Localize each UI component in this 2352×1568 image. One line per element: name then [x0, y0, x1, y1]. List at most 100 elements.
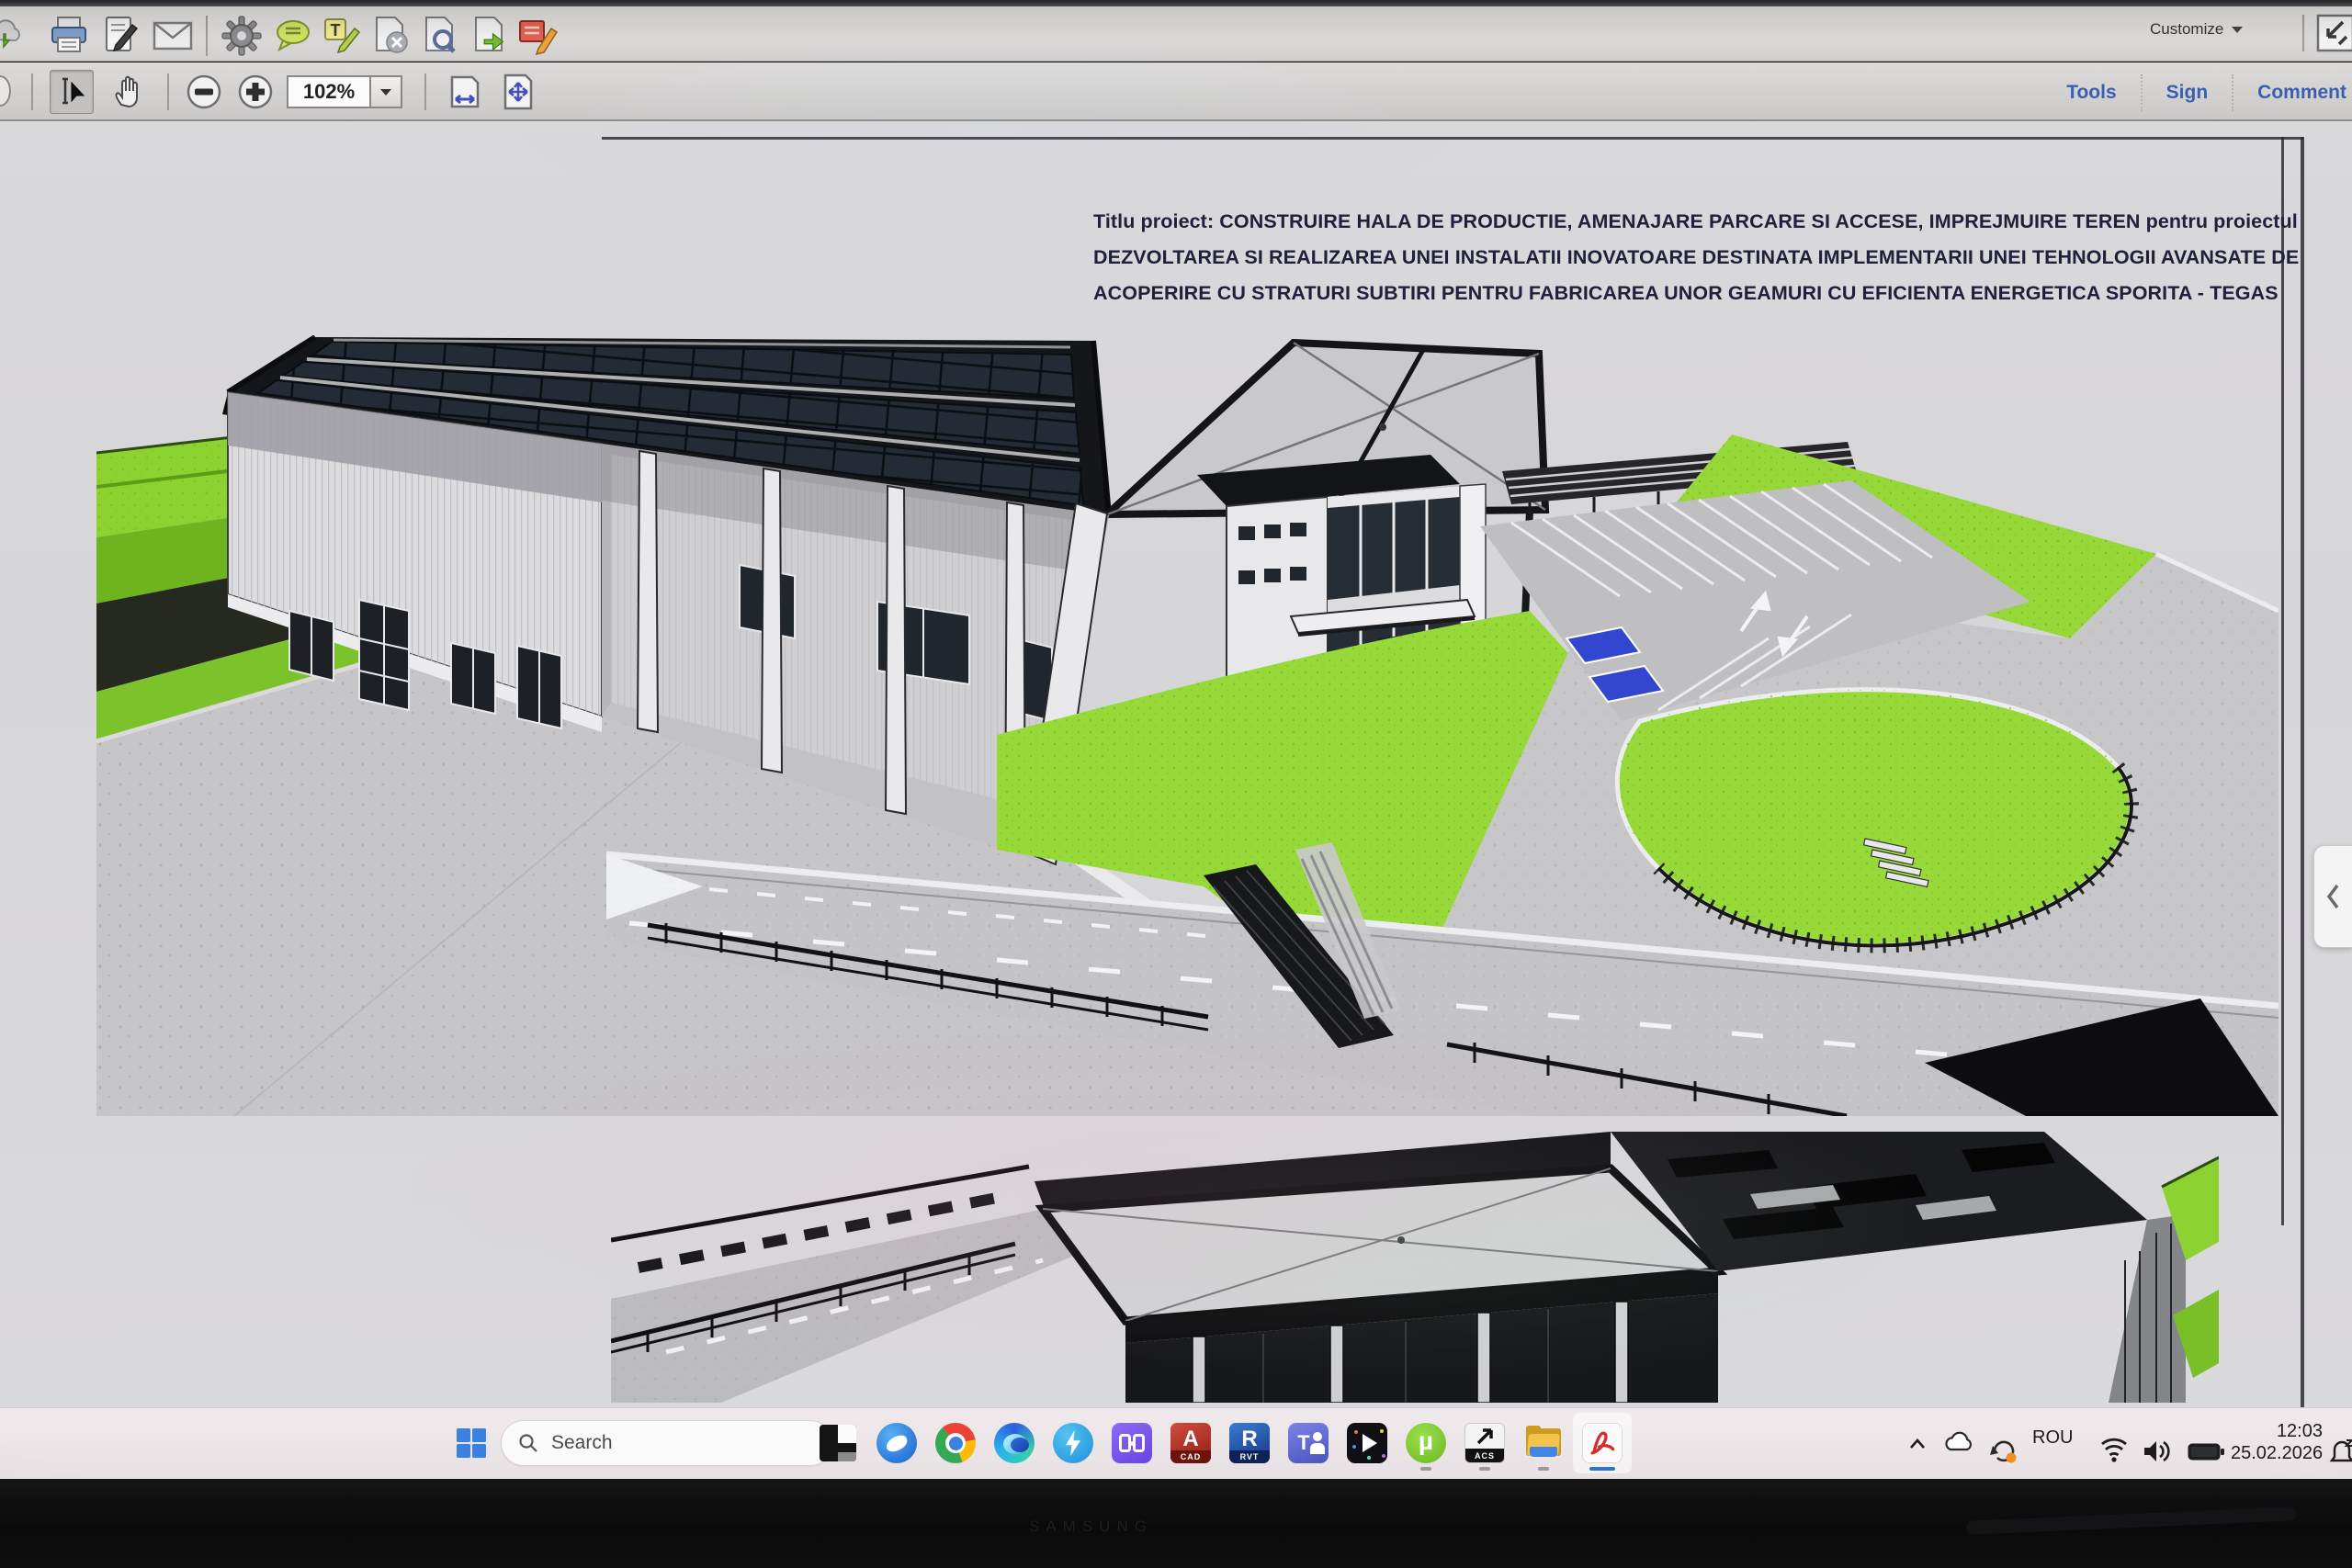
pdf-page: Titlu proiect: CONSTRUIRE HALA DE PRODUC…	[0, 121, 2352, 1407]
running-indicator	[1538, 1467, 1549, 1471]
cloud-upload-icon[interactable]	[0, 16, 26, 56]
taskbar-app-chrome[interactable]	[926, 1413, 985, 1473]
running-indicator	[1479, 1467, 1490, 1471]
gear-icon[interactable]	[220, 14, 263, 58]
diagonal-arrow-icon	[1476, 1427, 1496, 1446]
speaker-icon	[2137, 1413, 2177, 1473]
taskbar-app-teams[interactable]: T	[1279, 1413, 1338, 1473]
project-title-line: DEZVOLTAREA SI REALIZAREA UNEI INSTALATI…	[1093, 240, 2299, 276]
tray-chevron-up[interactable]	[1904, 1413, 1931, 1473]
partial-icon[interactable]	[0, 75, 11, 107]
start-button[interactable]	[452, 1424, 491, 1462]
windows-logo-icon	[456, 1427, 487, 1459]
acrobat-logo-icon	[1589, 1429, 1616, 1457]
tray-volume[interactable]	[2137, 1413, 2177, 1473]
tray-date: 25.02.2026	[2231, 1442, 2323, 1464]
running-indicator	[1420, 1467, 1431, 1471]
select-tool[interactable]	[50, 70, 94, 114]
print-icon[interactable]	[48, 14, 90, 58]
taskbar-app-file-explorer[interactable]	[1514, 1413, 1573, 1473]
customize-menu[interactable]: Customize	[2150, 20, 2244, 39]
fill-and-sign-icon[interactable]	[99, 14, 141, 58]
customize-label: Customize	[2150, 20, 2223, 39]
tray-wifi[interactable]	[2095, 1413, 2133, 1473]
taskbar-app-utorrent[interactable]: µ	[1396, 1413, 1455, 1473]
monitor-brand: SAMSUNG	[1029, 1517, 1153, 1536]
toolbar-separator	[424, 73, 426, 110]
export-document-icon[interactable]	[469, 14, 511, 58]
zoom-out-button[interactable]	[184, 72, 224, 112]
utorrent-letter: µ	[1419, 1428, 1433, 1454]
sticky-note-edit-icon[interactable]	[514, 14, 560, 58]
search-placeholder: Search	[551, 1432, 613, 1454]
svg-text:T: T	[331, 21, 341, 39]
taskbar-app-edge[interactable]	[985, 1413, 1044, 1473]
acrobat-toolbar-main: T	[0, 6, 2352, 62]
teams-letter: T	[1297, 1433, 1309, 1453]
taskbar-app-screen-capture[interactable]	[1102, 1413, 1161, 1473]
fit-page-button[interactable]	[496, 70, 540, 114]
project-title: Titlu proiect: CONSTRUIRE HALA DE PRODUC…	[1093, 204, 2299, 311]
tab-sign[interactable]: Sign	[2143, 82, 2233, 104]
tray-battery[interactable]	[2183, 1413, 2227, 1473]
tray-time: 12:03	[2231, 1420, 2323, 1442]
notification-bell-icon	[2323, 1413, 2352, 1473]
tray-language[interactable]: ROU	[2032, 1427, 2073, 1449]
tray-update[interactable]	[1983, 1413, 2023, 1473]
zoom-level-dropdown[interactable]	[371, 75, 402, 108]
delete-pages-icon[interactable]	[369, 14, 412, 58]
drawing-frame-line	[602, 137, 2303, 140]
chevron-down-icon	[2231, 25, 2244, 34]
chevron-up-icon	[1904, 1413, 1931, 1473]
wifi-icon	[2095, 1413, 2133, 1473]
window-top-edge	[0, 0, 2352, 6]
taskbar-app-thunderbird[interactable]	[867, 1413, 926, 1473]
cloud-icon	[1940, 1413, 1977, 1473]
project-title-line: Titlu proiect: CONSTRUIRE HALA DE PRODUC…	[1093, 204, 2299, 240]
tray-clock[interactable]: 12:03 25.02.2026	[2231, 1420, 2323, 1464]
taskbar-app-revit[interactable]: R RVT	[1220, 1413, 1279, 1473]
search-document-icon[interactable]	[419, 14, 461, 58]
revit-letter: R	[1241, 1428, 1257, 1450]
search-icon	[518, 1433, 538, 1453]
toolbar-separator	[2302, 15, 2304, 51]
autocad-letter: A	[1182, 1428, 1198, 1450]
secondary-3d-render	[611, 1132, 2219, 1403]
sync-icon	[1983, 1413, 2023, 1473]
zoom-level-value: 102%	[303, 80, 355, 104]
autocad-badge: CAD	[1170, 1450, 1211, 1463]
taskbar-search[interactable]: Search	[501, 1420, 833, 1466]
fit-width-button[interactable]	[443, 70, 487, 114]
hand-tool[interactable]	[107, 70, 151, 114]
taskbar-app-lightning[interactable]	[1044, 1413, 1102, 1473]
toolbar-separator	[206, 16, 208, 56]
acrobat-toolbar-page: 102% Tools Sign Comment	[0, 62, 2352, 121]
zoom-in-button[interactable]	[235, 72, 276, 112]
comment-bubble-icon[interactable]	[270, 16, 314, 56]
battery-icon	[2183, 1413, 2227, 1473]
taskbar-app-autocad[interactable]: A CAD	[1161, 1413, 1220, 1473]
chevron-left-icon	[2324, 881, 2343, 912]
project-title-line: ACOPERIRE CU STRATURI SUBTIRI PENTRU FAB…	[1093, 276, 2299, 311]
revit-badge: RVT	[1229, 1450, 1270, 1463]
language-label: ROU	[2032, 1427, 2073, 1449]
tray-onedrive[interactable]	[1940, 1413, 1977, 1473]
taskbar-apps: A CAD R RVT T	[808, 1413, 1632, 1473]
acs-badge: ACS	[1465, 1449, 1504, 1462]
text-annotation-icon[interactable]: T	[320, 14, 364, 58]
monitor-screen: T Customize	[0, 0, 2352, 1568]
main-3d-render	[96, 335, 2278, 1116]
taskbar-app-media-player[interactable]	[1338, 1413, 1396, 1473]
taskbar-app-contrast-square[interactable]	[808, 1413, 867, 1473]
zoom-level-box[interactable]: 102%	[287, 75, 371, 108]
email-icon[interactable]	[151, 17, 195, 54]
tab-comment[interactable]: Comment	[2233, 82, 2352, 104]
taskbar-app-acrobat-reader[interactable]	[1573, 1413, 1632, 1473]
read-mode-icon[interactable]	[2315, 13, 2352, 53]
drawing-frame-line	[2301, 137, 2304, 1407]
tab-tools[interactable]: Tools	[2042, 82, 2140, 104]
tray-notifications[interactable]	[2323, 1413, 2352, 1473]
chevron-down-icon	[379, 87, 392, 96]
panel-collapse-tab[interactable]	[2313, 845, 2352, 948]
taskbar-app-acs[interactable]: ACS	[1455, 1413, 1514, 1473]
